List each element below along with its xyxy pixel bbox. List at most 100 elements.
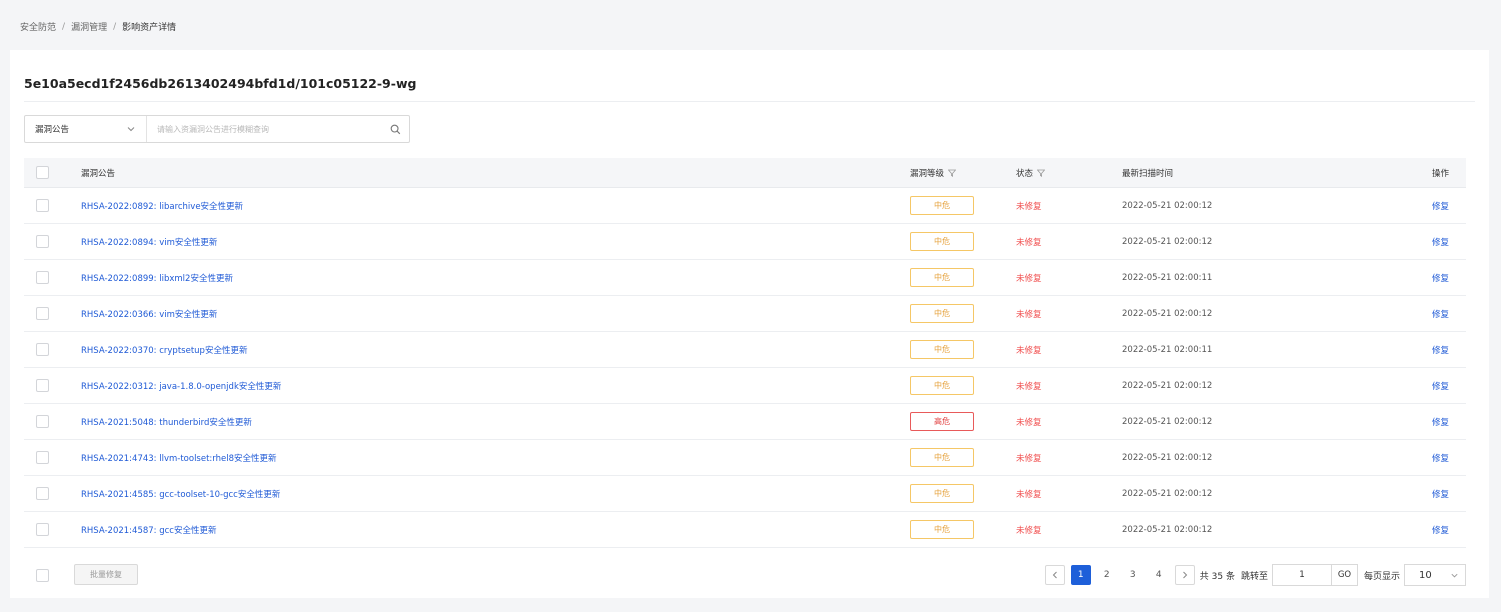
scan-time: 2022-05-21 02:00:12 [1122, 416, 1213, 427]
status-text: 未修复 [1016, 453, 1042, 464]
page-size-label: 每页显示 [1363, 571, 1400, 582]
scan-time: 2022-05-21 02:00:12 [1122, 452, 1213, 463]
row-checkbox[interactable] [36, 235, 49, 248]
row-checkbox[interactable] [36, 487, 49, 500]
jump-label: 跳转至 [1240, 571, 1268, 582]
row-checkbox[interactable] [36, 451, 49, 464]
level-badge: 高危 [910, 412, 974, 431]
divider [24, 101, 1475, 102]
search-input[interactable] [147, 116, 381, 142]
fix-action-link[interactable]: 修复 [1432, 524, 1449, 536]
status-text: 未修复 [1016, 417, 1042, 428]
scan-time: 2022-05-21 02:00:12 [1122, 200, 1213, 211]
page-button-1[interactable]: 1 [1070, 565, 1091, 585]
page-title: 5e10a5ecd1f2456db2613402494bfd1d/101c051… [24, 76, 417, 91]
prev-page-button[interactable] [1044, 565, 1065, 585]
column-header-status-label: 状态 [1016, 168, 1034, 179]
breadcrumb-item-current: 影响资产详情 [122, 23, 177, 33]
row-checkbox[interactable] [36, 343, 49, 356]
pagination: 1 2 3 4 共 35 条 跳转至 GO 每页显示 10 [1044, 563, 1466, 587]
vuln-table: 漏洞公告 漏洞等级 状态 最新扫描时间 操作 RHSA-2022:0892: l… [24, 158, 1466, 548]
table-row: RHSA-2022:0894: vim安全性更新 中危 未修复 2022-05-… [24, 224, 1466, 260]
fix-action-link[interactable]: 修复 [1432, 380, 1449, 392]
fix-action-link[interactable]: 修复 [1432, 308, 1449, 320]
fix-action-link[interactable]: 修复 [1432, 200, 1449, 212]
level-badge: 中危 [910, 520, 974, 539]
vuln-notice-link[interactable]: RHSA-2022:0366: vim安全性更新 [81, 308, 217, 320]
filter-icon[interactable] [1037, 169, 1046, 177]
page-size-select[interactable]: 10 [1404, 564, 1466, 586]
column-header-status[interactable]: 状态 [1016, 158, 1046, 187]
table-row: RHSA-2022:0366: vim安全性更新 中危 未修复 2022-05-… [24, 296, 1466, 332]
search-filter: 漏洞公告 [24, 115, 410, 143]
batch-fix-button[interactable]: 批量修复 [74, 564, 138, 585]
column-header-level[interactable]: 漏洞等级 [910, 158, 957, 187]
scan-time: 2022-05-21 02:00:12 [1122, 524, 1213, 535]
vuln-notice-link[interactable]: RHSA-2021:4585: gcc-toolset-10-gcc安全性更新 [81, 488, 280, 500]
scan-time: 2022-05-21 02:00:12 [1122, 380, 1213, 391]
column-header-time: 最新扫描时间 [1122, 168, 1174, 179]
level-badge: 中危 [910, 232, 974, 251]
level-badge: 中危 [910, 484, 974, 503]
chevron-right-icon [1182, 571, 1187, 579]
filter-field-value: 漏洞公告 [35, 125, 70, 135]
filter-icon[interactable] [948, 169, 957, 177]
scan-time: 2022-05-21 02:00:12 [1122, 236, 1213, 247]
table-row: RHSA-2021:5048: thunderbird安全性更新 高危 未修复 … [24, 404, 1466, 440]
vuln-notice-link[interactable]: RHSA-2021:5048: thunderbird安全性更新 [81, 416, 252, 428]
scan-time: 2022-05-21 02:00:12 [1122, 488, 1213, 499]
status-text: 未修复 [1016, 237, 1042, 248]
fix-action-link[interactable]: 修复 [1432, 344, 1449, 356]
chevron-left-icon [1052, 571, 1057, 579]
search-button[interactable] [381, 116, 409, 142]
go-button[interactable]: GO [1331, 564, 1358, 586]
page-button-4[interactable]: 4 [1149, 565, 1169, 585]
row-checkbox[interactable] [36, 199, 49, 212]
table-row: RHSA-2021:4585: gcc-toolset-10-gcc安全性更新 … [24, 476, 1466, 512]
level-badge: 中危 [910, 448, 974, 467]
fix-action-link[interactable]: 修复 [1432, 488, 1449, 500]
status-text: 未修复 [1016, 201, 1042, 212]
status-text: 未修复 [1016, 381, 1042, 392]
scan-time: 2022-05-21 02:00:12 [1122, 308, 1213, 319]
table-header-row: 漏洞公告 漏洞等级 状态 最新扫描时间 操作 [24, 158, 1466, 188]
breadcrumb: 安全防范 / 漏洞管理 / 影响资产详情 [20, 20, 177, 34]
page-button-3[interactable]: 3 [1123, 565, 1143, 585]
vuln-notice-link[interactable]: RHSA-2021:4587: gcc安全性更新 [81, 524, 216, 536]
fix-action-link[interactable]: 修复 [1432, 272, 1449, 284]
fix-action-link[interactable]: 修复 [1432, 416, 1449, 428]
breadcrumb-item-vuln-management[interactable]: 漏洞管理 [71, 20, 107, 33]
total-count: 共 35 条 [1199, 571, 1235, 582]
vuln-notice-link[interactable]: RHSA-2022:0899: libxml2安全性更新 [81, 272, 233, 284]
status-text: 未修复 [1016, 489, 1042, 500]
jump-page-input[interactable] [1271, 564, 1332, 586]
vuln-notice-link[interactable]: RHSA-2022:0312: java-1.8.0-openjdk安全性更新 [81, 380, 281, 392]
breadcrumb-item-security[interactable]: 安全防范 [20, 20, 56, 33]
table-row: RHSA-2022:0892: libarchive安全性更新 中危 未修复 2… [24, 188, 1466, 224]
level-badge: 中危 [910, 304, 974, 323]
filter-field-select[interactable]: 漏洞公告 [25, 116, 147, 142]
vuln-notice-link[interactable]: RHSA-2022:0370: cryptsetup安全性更新 [81, 344, 247, 356]
footer-select-all-checkbox[interactable] [36, 569, 49, 582]
row-checkbox[interactable] [36, 379, 49, 392]
vuln-notice-link[interactable]: RHSA-2022:0894: vim安全性更新 [81, 236, 217, 248]
vuln-notice-link[interactable]: RHSA-2021:4743: llvm-toolset:rhel8安全性更新 [81, 452, 277, 464]
fix-action-link[interactable]: 修复 [1432, 236, 1449, 248]
status-text: 未修复 [1016, 345, 1042, 356]
page-button-2[interactable]: 2 [1097, 565, 1117, 585]
scan-time: 2022-05-21 02:00:11 [1122, 272, 1213, 283]
page-size-value: 10 [1419, 569, 1432, 581]
row-checkbox[interactable] [36, 415, 49, 428]
chevron-down-icon [127, 127, 135, 132]
row-checkbox[interactable] [36, 523, 49, 536]
next-page-button[interactable] [1174, 565, 1195, 585]
row-checkbox[interactable] [36, 271, 49, 284]
row-checkbox[interactable] [36, 307, 49, 320]
breadcrumb-separator: / [62, 21, 66, 32]
column-header-op: 操作 [1432, 168, 1450, 179]
select-all-checkbox[interactable] [36, 166, 49, 179]
fix-action-link[interactable]: 修复 [1432, 452, 1449, 464]
level-badge: 中危 [910, 376, 974, 395]
vuln-notice-link[interactable]: RHSA-2022:0892: libarchive安全性更新 [81, 200, 243, 212]
level-badge: 中危 [910, 340, 974, 359]
